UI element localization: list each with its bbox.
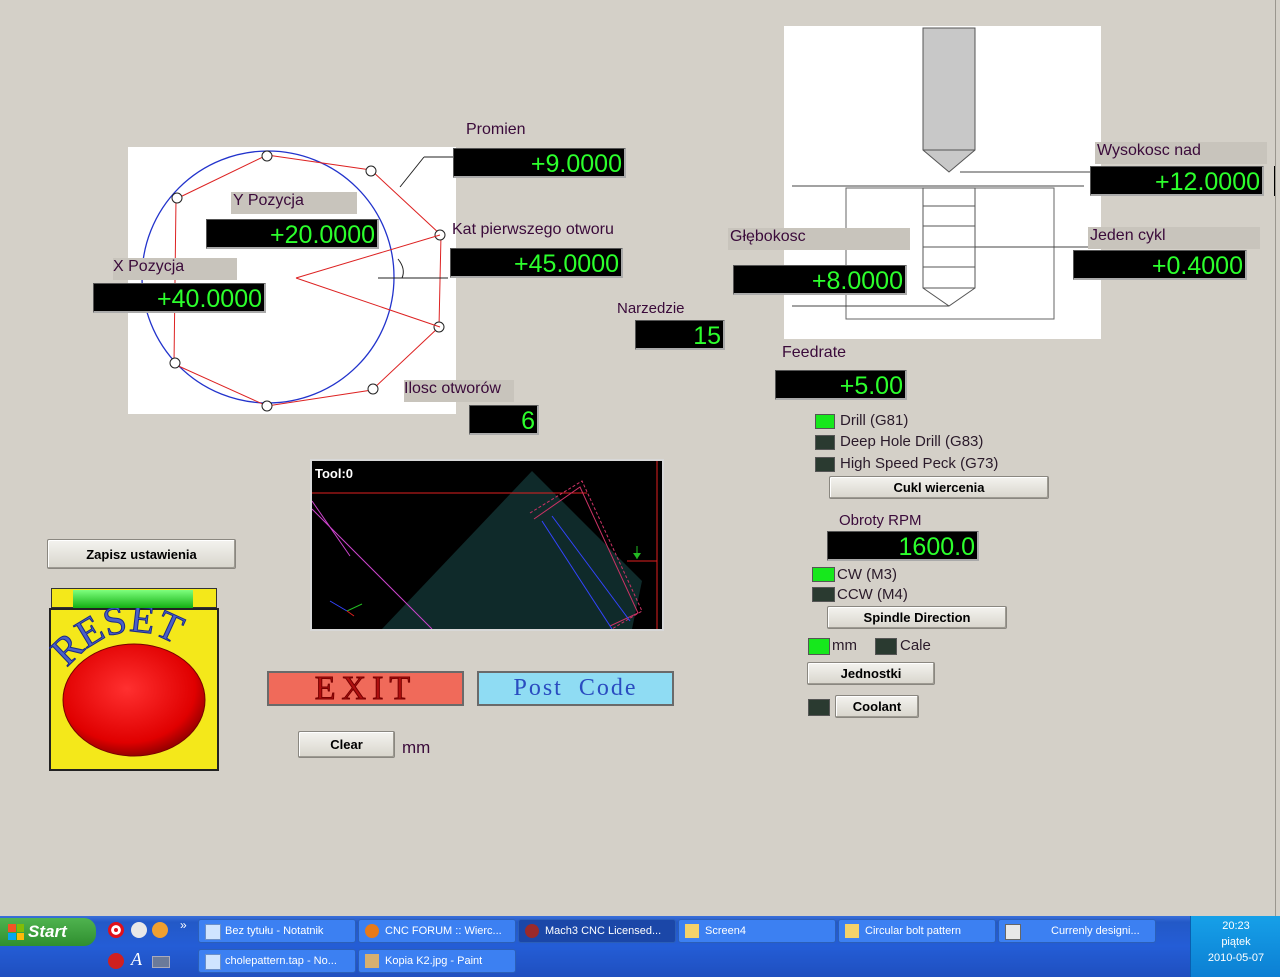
toolpath-graphic (312, 461, 658, 629)
narzedzie-label: Narzedzie (617, 300, 685, 317)
bolt-circle-graphic (141, 150, 454, 412)
clear-button[interactable]: Clear (298, 731, 395, 758)
zapisz-ustawienia-button[interactable]: Zapisz ustawienia (47, 539, 236, 569)
cale-label: Cale (900, 637, 931, 654)
y-pozycja-label: Y Pozycja (231, 192, 357, 214)
exit-button[interactable]: EXIT (267, 669, 464, 707)
notepad-icon (205, 924, 221, 940)
reset-graphic: RESET (49, 608, 206, 757)
deep-hole-g83-led[interactable] (815, 435, 835, 450)
kat-label: Kat pierwszego otworu (452, 221, 614, 238)
post-code-button[interactable]: Post Code (477, 671, 674, 706)
reset-indicator (73, 590, 193, 608)
media-player-icon[interactable] (131, 922, 147, 938)
start-label: Start (28, 922, 67, 941)
start-button[interactable]: Start (0, 918, 96, 946)
task-label: cholepattern.tap - No... (225, 955, 337, 967)
folder-icon (845, 924, 859, 938)
glebokosc-dro[interactable]: +8.0000 (733, 265, 907, 295)
task-label: Circular bolt pattern (865, 925, 961, 937)
high-speed-peck-g73-led[interactable] (815, 457, 835, 472)
task-circular-bolt-pattern[interactable]: Circular bolt pattern (838, 919, 996, 943)
exit-label: EXIT (314, 669, 417, 707)
network-icon[interactable] (152, 922, 168, 938)
cw-m3-led[interactable] (812, 567, 835, 582)
reset-button[interactable]: RESET (49, 588, 219, 771)
task-label: Screen4 (705, 925, 746, 937)
font-icon[interactable]: A (131, 949, 142, 970)
drill-g81-led[interactable] (815, 414, 835, 429)
ilosc-label: Ilosc otworów (404, 380, 514, 402)
ccw-m4-led[interactable] (812, 587, 835, 602)
wysokosc-label: Wysokosc nad (1095, 142, 1267, 164)
clock-date: 2010-05-07 (1207, 952, 1265, 964)
cukl-wiercenia-button[interactable]: Cukl wiercenia (829, 476, 1049, 499)
windows-logo-icon (8, 924, 24, 940)
promien-dro[interactable]: +9.0000 (453, 148, 626, 178)
feedrate-dro[interactable]: +5.00 (775, 370, 907, 400)
task-notepad-bez-tytulu[interactable]: Bez tytułu - Notatnik (198, 919, 356, 943)
tool-label: Tool:0 (315, 466, 354, 481)
firefox-icon (365, 924, 379, 938)
mm-label: mm (832, 637, 857, 654)
folder-icon (685, 924, 699, 938)
opera-mail-icon[interactable] (108, 953, 124, 969)
obroty-rpm-label: Obroty RPM (839, 512, 922, 529)
task-label: Currenly designi... (1051, 925, 1140, 937)
high-speed-peck-g73-label: High Speed Peck (G73) (840, 455, 999, 472)
mm-led[interactable] (808, 638, 830, 655)
task-screen4[interactable]: Screen4 (678, 919, 836, 943)
coolant-led[interactable] (808, 699, 830, 716)
task-paint[interactable]: Kopia K2.jpg - Paint (358, 949, 516, 973)
system-tray-clock[interactable]: 20:23 piątek 2010-05-07 (1190, 916, 1280, 977)
opera-icon[interactable] (108, 922, 124, 938)
task-label: Bez tytułu - Notatnik (225, 925, 324, 937)
jeden-cykl-label: Jeden cykl (1088, 227, 1260, 249)
spindle-direction-button[interactable]: Spindle Direction (827, 606, 1007, 629)
y-pozycja-dro[interactable]: +20.0000 (206, 219, 379, 249)
ilosc-dro[interactable]: 6 (469, 405, 539, 435)
task-cholepattern[interactable]: cholepattern.tap - No... (198, 949, 356, 973)
quicklaunch-expand-icon[interactable]: » (180, 918, 187, 932)
x-pozycja-label: X Pozycja (113, 258, 237, 280)
notepad-icon (205, 954, 221, 970)
jednostki-button[interactable]: Jednostki (807, 662, 935, 685)
narzedzie-dro[interactable]: 15 (635, 320, 725, 350)
wysokosc-dro[interactable]: +12.0000 (1090, 166, 1264, 196)
clock-time: 20:23 (1222, 920, 1250, 932)
window-right-border (1275, 0, 1280, 916)
feedrate-label: Feedrate (782, 344, 847, 361)
clear-unit-label: mm (402, 738, 431, 757)
x-pozycja-dro[interactable]: +40.0000 (93, 283, 266, 313)
task-label: Kopia K2.jpg - Paint (385, 955, 483, 967)
post-code-label: Post Code (513, 675, 638, 701)
keyboard-icon[interactable] (152, 956, 170, 968)
coolant-button[interactable]: Coolant (835, 695, 919, 718)
paint-icon (365, 954, 379, 968)
mach3-icon (525, 924, 539, 938)
drill-g81-label: Drill (G81) (840, 412, 909, 429)
jeden-cykl-dro[interactable]: +0.4000 (1073, 250, 1247, 280)
kat-dro[interactable]: +45.0000 (450, 248, 623, 278)
toolpath-display[interactable]: Tool:0 (310, 459, 664, 631)
bolt-circle-diagram (128, 147, 456, 414)
glebokosc-label: Głębokosc (728, 228, 910, 250)
task-screen-designer[interactable]: Currenly designi... (998, 919, 1156, 943)
promien-label: Promien (466, 121, 526, 138)
screen-designer-icon (1005, 924, 1021, 940)
taskbar: Start » A Bez tytułu - Notatnik CNC FORU… (0, 916, 1280, 977)
task-label: Mach3 CNC Licensed... (545, 925, 662, 937)
task-cnc-forum[interactable]: CNC FORUM :: Wierc... (358, 919, 516, 943)
ccw-m4-label: CCW (M4) (837, 586, 908, 603)
rpm-dro[interactable]: 1600.0 (827, 531, 979, 561)
deep-hole-g83-label: Deep Hole Drill (G83) (840, 433, 984, 450)
cale-led[interactable] (875, 638, 897, 655)
task-mach3[interactable]: Mach3 CNC Licensed... (518, 919, 676, 943)
task-label: CNC FORUM :: Wierc... (385, 925, 502, 937)
cw-m3-label: CW (M3) (837, 566, 897, 583)
clock-day: piątek (1221, 936, 1251, 948)
